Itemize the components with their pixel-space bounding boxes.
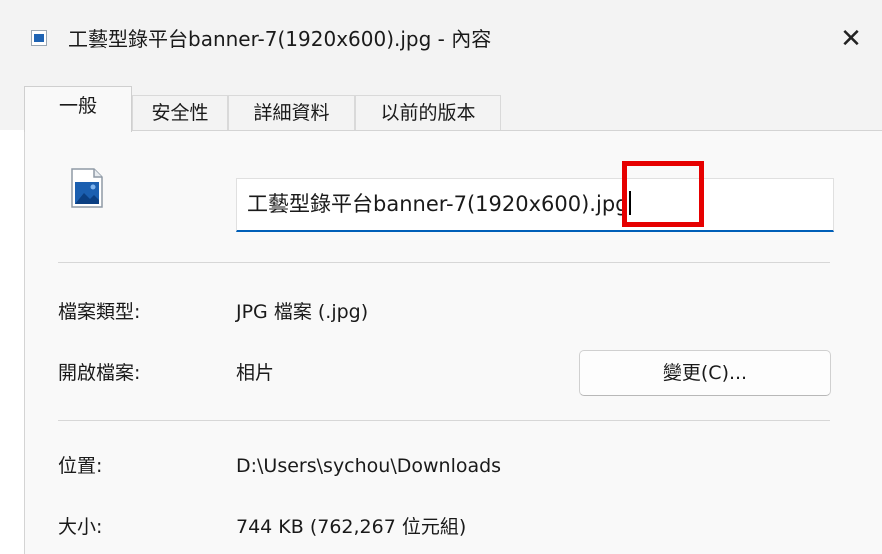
tab-details[interactable]: 詳細資料	[228, 95, 355, 131]
image-file-icon	[71, 168, 103, 208]
size-value: 744 KB (762,267 位元組)	[236, 516, 467, 538]
title-bar: 工藝型錄平台banner-7(1920x600).jpg - 內容 ✕	[0, 0, 882, 80]
opens-with-label: 開啟檔案:	[58, 362, 141, 384]
file-name-input[interactable]	[236, 178, 834, 232]
location-label: 位置:	[58, 455, 103, 477]
close-button[interactable]: ✕	[836, 24, 866, 54]
window-title: 工藝型錄平台banner-7(1920x600).jpg - 內容	[68, 27, 492, 51]
annotation-highlight-box	[622, 161, 704, 227]
file-type-value: JPG 檔案 (.jpg)	[236, 301, 369, 323]
divider	[58, 262, 830, 263]
divider	[58, 420, 830, 421]
close-icon: ✕	[840, 24, 862, 54]
tab-general[interactable]: 一般	[24, 86, 132, 132]
tab-security[interactable]: 安全性	[132, 95, 228, 131]
location-value: D:\Users\sychou\Downloads	[236, 455, 502, 477]
opens-with-value: 相片	[236, 362, 275, 384]
change-button[interactable]: 變更(C)...	[579, 350, 831, 396]
properties-window-icon	[31, 30, 47, 46]
file-type-label: 檔案類型:	[58, 301, 141, 323]
size-label: 大小:	[58, 516, 103, 538]
tab-previous-versions[interactable]: 以前的版本	[355, 95, 501, 131]
